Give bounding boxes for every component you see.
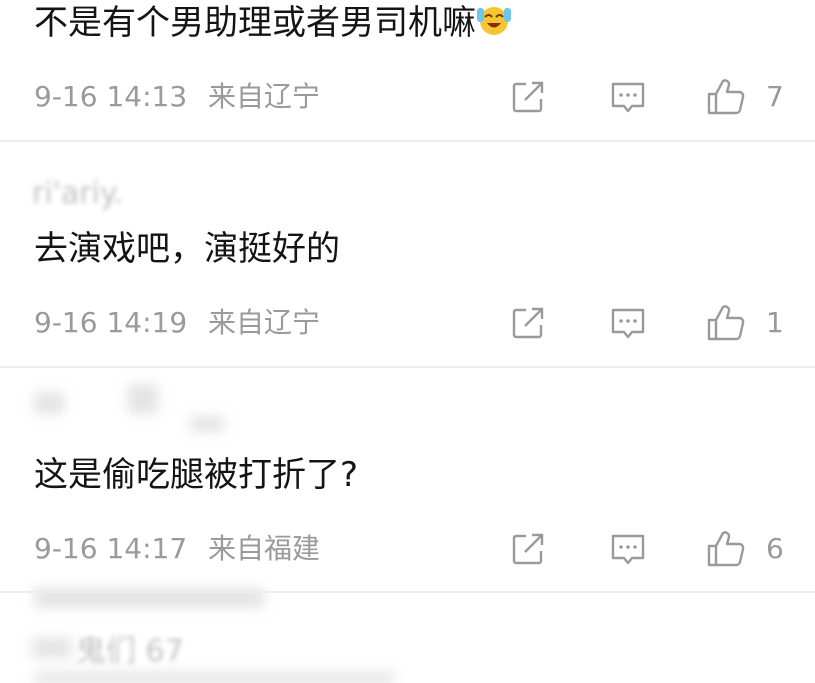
username-blurred [34,392,64,414]
reply-button[interactable] [608,303,648,343]
comment-meta: 9-16 14:17 来自福建 6 [0,529,815,569]
comment-location: 来自福建 [208,532,321,565]
blurred-content [34,672,394,683]
comment-timestamp: 9-16 14:19 [34,306,188,339]
divider [0,366,815,368]
divider [0,140,815,142]
comment-icon [611,82,645,113]
reply-button[interactable] [608,529,648,569]
username-blurred [128,384,158,414]
like-button[interactable] [706,529,746,569]
like-count: 6 [766,532,784,565]
comment-timestamp: 9-16 14:17 [34,532,188,565]
like-count: 7 [766,80,784,113]
comment-meta: 9-16 14:19 来自辽宁 1 [0,303,815,343]
comment-text: 这是偷吃腿被打折了? [34,455,359,495]
username-blurred: 鬼们 67 [76,634,184,669]
thumbs-up-icon [707,531,745,567]
share-button[interactable] [508,529,548,569]
like-count: 1 [766,306,784,339]
comment-icon [611,308,645,339]
thumbs-up-icon [707,79,745,115]
share-icon [512,307,544,339]
comment-text: 不是有个男助理或者男司机嘛 [34,2,512,43]
laughing-crying-emoji-icon [476,2,512,38]
username-blurred: ri'ariy. [32,176,123,211]
like-button[interactable] [706,77,746,117]
comment-location: 来自辽宁 [208,80,321,113]
comment-timestamp: 9-16 14:13 [34,80,188,113]
comment-location: 来自辽宁 [208,306,321,339]
like-button[interactable] [706,303,746,343]
thumbs-up-icon [707,305,745,341]
share-button[interactable] [508,303,548,343]
username-blurred [32,638,72,658]
comment-list: 不是有个男助理或者男司机嘛 9-16 14:13 来自辽宁 7 ri'ariy.… [0,0,815,683]
reply-button[interactable] [608,77,648,117]
comment-text: 去演戏吧，演挺好的 [34,229,340,269]
divider [0,591,815,593]
comment-meta: 9-16 14:13 来自辽宁 7 [0,77,815,117]
comment-icon [611,534,645,565]
share-icon [512,533,544,565]
username-blurred [190,416,224,432]
share-button[interactable] [508,77,548,117]
share-icon [512,81,544,113]
